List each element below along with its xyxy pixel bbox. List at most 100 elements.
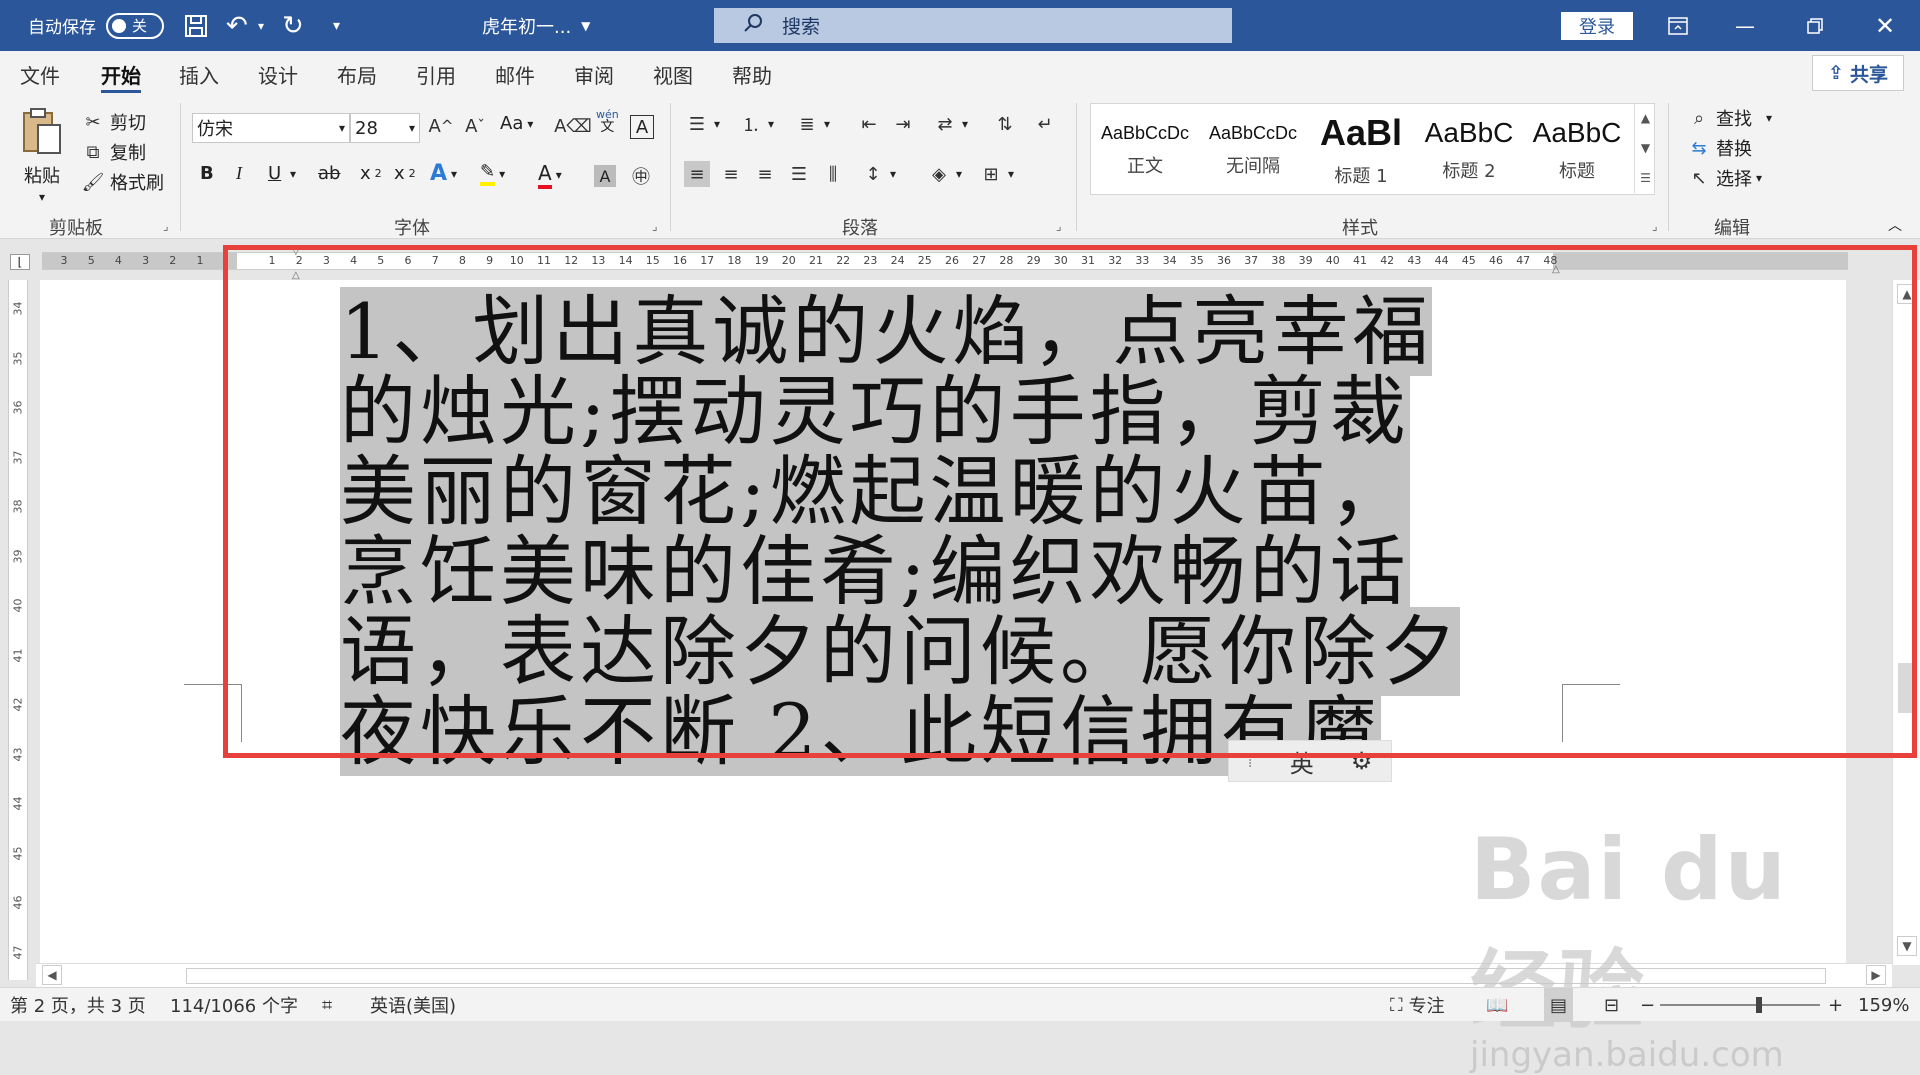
line-spacing-button[interactable]: ↕ ▾	[860, 161, 896, 187]
style-heading-2[interactable]: AaBbC 标题 2	[1415, 104, 1523, 196]
italic-button[interactable]: I	[236, 163, 242, 184]
autosave-toggle[interactable]: 关	[106, 12, 164, 39]
ime-mode-toggle[interactable]: 英	[1290, 744, 1314, 779]
font-launcher-icon[interactable]: ⌟	[652, 219, 658, 233]
phonetic-guide-button[interactable]: wén 文	[596, 109, 619, 135]
strikethrough-button[interactable]: ab	[318, 163, 340, 184]
tab-layout[interactable]: 布局	[337, 51, 377, 97]
language-indicator[interactable]: 英语(美国)	[370, 988, 456, 1022]
enclose-characters-button[interactable]: ㊥	[628, 163, 654, 189]
numbering-button[interactable]: ⒈ ▾	[738, 111, 774, 137]
style-no-spacing[interactable]: AaBbCcDc 无间隔	[1199, 104, 1307, 196]
paste-button[interactable]: 粘贴 ▾	[20, 107, 64, 204]
page-count[interactable]: 第 2 页，共 3 页	[10, 988, 146, 1022]
restore-icon[interactable]	[1780, 0, 1850, 51]
replace-button[interactable]: ⇆ 替换	[1686, 135, 1752, 161]
scroll-left-icon[interactable]: ◀	[42, 965, 62, 985]
zoom-out-button[interactable]: −	[1640, 988, 1655, 1022]
gallery-scroll-up-icon[interactable]: ▲	[1634, 103, 1656, 133]
tab-home[interactable]: 开始	[101, 51, 141, 97]
tab-references[interactable]: 引用	[416, 51, 456, 97]
align-center-button[interactable]: ≡	[718, 161, 744, 187]
tab-selector-icon[interactable]: ⌊	[10, 254, 30, 270]
document-line[interactable]: 1、划出真诚的火焰，点亮幸福	[340, 287, 1433, 376]
tab-view[interactable]: 视图	[653, 51, 693, 97]
zoom-in-button[interactable]: +	[1828, 988, 1843, 1022]
document-line[interactable]: 美丽的窗花;燃起温暖的火苗，	[340, 447, 1410, 536]
collapse-ribbon-icon[interactable]: ︿	[1888, 215, 1902, 235]
tab-mailings[interactable]: 邮件	[495, 51, 535, 97]
document-line[interactable]: 的烛光;摆动灵巧的手指，剪裁	[340, 367, 1410, 456]
grow-font-button[interactable]: A ^	[428, 113, 454, 139]
font-name-select[interactable]: 仿宋 ▾	[192, 113, 350, 143]
document-page[interactable]: 1、划出真诚的火焰，点亮幸福 的烛光;摆动灵巧的手指，剪裁 美丽的窗花;燃起温暖…	[40, 280, 1846, 965]
align-right-button[interactable]: ≡	[752, 161, 778, 187]
login-button[interactable]: 登录	[1561, 12, 1633, 40]
tab-insert[interactable]: 插入	[179, 51, 219, 97]
close-icon[interactable]: ✕	[1850, 0, 1920, 51]
undo-icon[interactable]: ↶	[226, 0, 248, 51]
right-indent-marker[interactable]: △	[1552, 264, 1560, 275]
find-button[interactable]: ⌕ 查找 ▾	[1686, 105, 1772, 131]
styles-launcher-icon[interactable]: ⌟	[1652, 219, 1658, 233]
document-line[interactable]: 夜快乐不断 2、此短信拥有魔	[340, 687, 1381, 776]
text-effects-button[interactable]: A ▾	[430, 161, 457, 186]
bold-button[interactable]: B	[200, 163, 214, 184]
undo-dropdown-icon[interactable]: ▾	[258, 0, 264, 51]
document-line[interactable]: 语，表达除夕的问候。愿你除夕	[340, 607, 1460, 696]
autosave[interactable]: 自动保存 关	[28, 0, 164, 51]
ribbon-display-options-icon[interactable]	[1643, 0, 1713, 51]
borders-button[interactable]: ⊞ ▾	[978, 161, 1014, 187]
align-left-button[interactable]: ≡	[684, 161, 710, 187]
word-count[interactable]: 114/1066 个字	[170, 988, 298, 1022]
justify-button[interactable]: ☰	[786, 161, 812, 187]
bullets-button[interactable]: ☰ ▾	[684, 111, 720, 137]
superscript-button[interactable]: x2	[394, 163, 416, 184]
ime-toolbar[interactable]: ⁞ 英 ⚙	[1228, 740, 1392, 782]
read-mode-icon[interactable]: 📖	[1486, 988, 1508, 1022]
select-button[interactable]: ↖ 选择 ▾	[1686, 165, 1762, 191]
character-shading-button[interactable]: A	[594, 165, 616, 187]
highlight-color-button[interactable]: ✎ ▾	[480, 161, 505, 186]
scroll-up-icon[interactable]: ▲	[1897, 284, 1917, 304]
vertical-scrollbar[interactable]: ▲ ▼	[1892, 280, 1920, 965]
shrink-font-button[interactable]: Aˇ	[462, 113, 488, 139]
style-normal[interactable]: AaBbCcDc 正文	[1091, 104, 1199, 196]
tab-design[interactable]: 设计	[258, 51, 298, 97]
format-painter-button[interactable]: 🖌 格式刷	[80, 169, 164, 195]
share-button[interactable]: ⇪ 共享	[1812, 55, 1904, 91]
character-border-button[interactable]: A	[630, 115, 654, 139]
text-direction-button[interactable]: ⇄ ▾	[932, 111, 968, 137]
tab-help[interactable]: 帮助	[732, 51, 772, 97]
document-body[interactable]: 1、划出真诚的火焰，点亮幸福 的烛光;摆动灵巧的手指，剪裁 美丽的窗花;燃起温暖…	[340, 287, 1590, 776]
proofing-icon[interactable]: ⌗	[322, 988, 332, 1022]
font-color-button[interactable]: A ▾	[538, 161, 562, 189]
zoom-level[interactable]: 159%	[1858, 988, 1909, 1022]
redo-icon[interactable]: ↻	[282, 0, 304, 51]
first-line-indent-marker[interactable]: ▽	[292, 246, 300, 257]
zoom-slider-track[interactable]	[1660, 1004, 1820, 1006]
scroll-down-icon[interactable]: ▼	[1897, 936, 1917, 956]
search-input[interactable]: 搜索	[714, 8, 1232, 43]
cut-button[interactable]: ✂ 剪切	[80, 109, 146, 135]
focus-button[interactable]: ⛶ 专注	[1390, 988, 1445, 1022]
zoom-slider-knob[interactable]	[1756, 997, 1762, 1013]
clipboard-launcher-icon[interactable]: ⌟	[163, 219, 169, 233]
copy-button[interactable]: ⧉ 复制	[80, 139, 146, 165]
underline-button[interactable]: U	[268, 163, 281, 184]
save-icon[interactable]	[183, 0, 209, 51]
tab-file[interactable]: 文件	[20, 51, 60, 97]
sort-button[interactable]: ⇅	[992, 111, 1018, 137]
vertical-ruler[interactable]: 34 35 36 37 38 39 40 41 42 43 44 45 46 47	[8, 280, 28, 980]
paragraph-launcher-icon[interactable]: ⌟	[1056, 219, 1062, 233]
tab-review[interactable]: 审阅	[574, 51, 614, 97]
document-title[interactable]: 虎年初一... ▼	[482, 0, 590, 51]
minimize-icon[interactable]: —	[1710, 0, 1780, 51]
gear-icon[interactable]: ⚙	[1351, 747, 1373, 775]
increase-indent-button[interactable]: ⇥	[890, 111, 916, 137]
style-heading-1[interactable]: AaBl 标题 1	[1307, 104, 1415, 196]
show-marks-button[interactable]: ↵	[1032, 111, 1058, 137]
horizontal-scroll-thumb[interactable]	[186, 968, 1826, 984]
font-size-select[interactable]: 28 ▾	[350, 113, 420, 143]
gallery-scroll-down-icon[interactable]: ▼	[1634, 133, 1656, 163]
